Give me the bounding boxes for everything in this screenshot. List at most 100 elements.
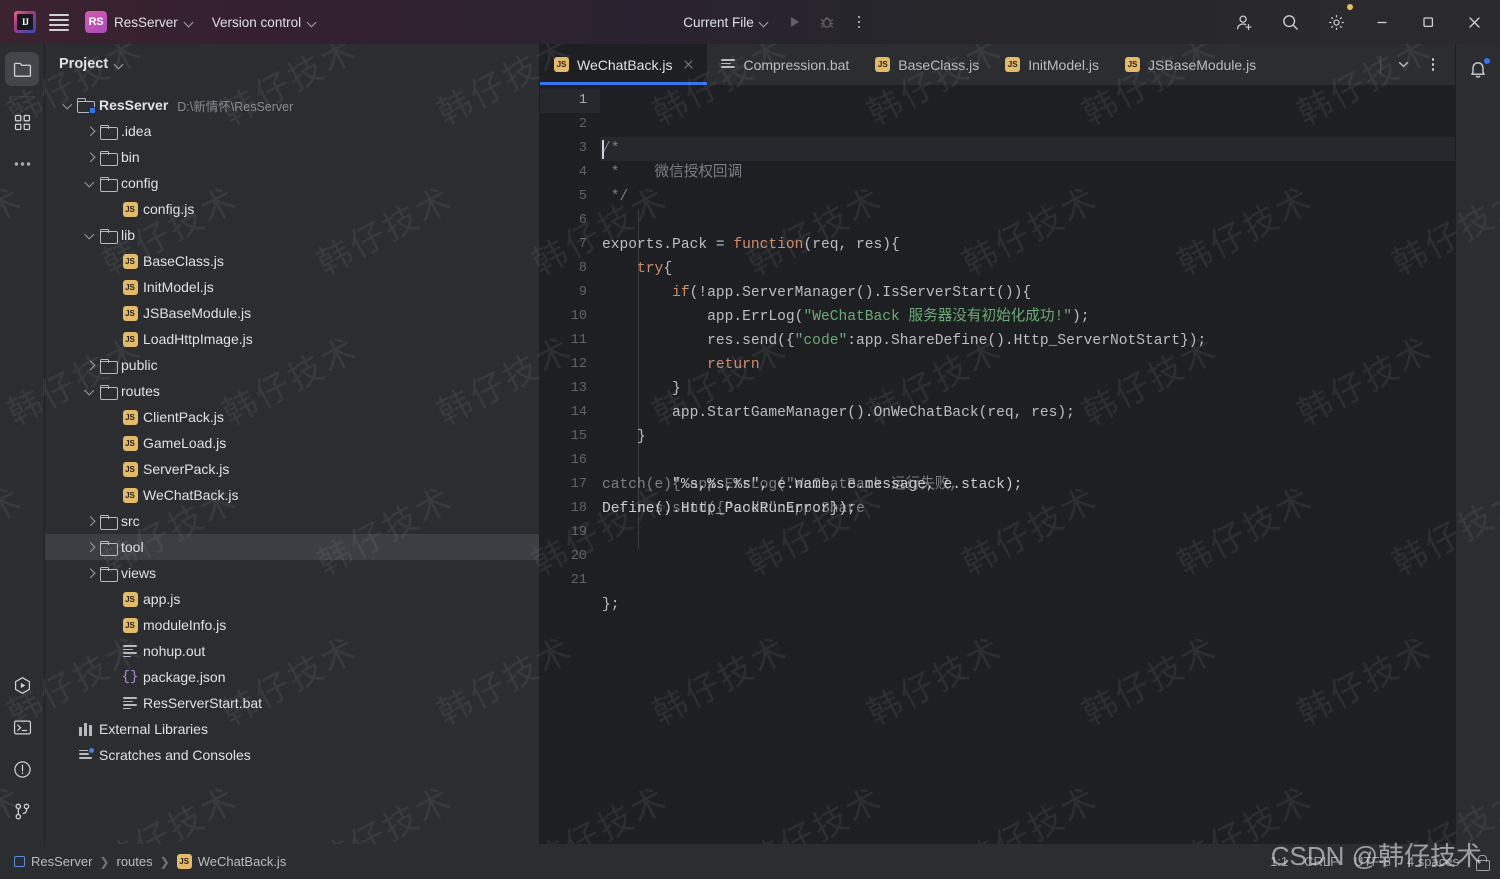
tree-item[interactable]: JS app.js: [45, 586, 539, 612]
tree-item[interactable]: JS InitModel.js: [45, 274, 539, 300]
code-line[interactable]: Define().Http_PackRunError}); res.send({…: [600, 497, 1455, 521]
sidebar-item-more[interactable]: [5, 147, 39, 181]
chevron-right-icon[interactable]: [81, 154, 97, 161]
tree-item[interactable]: views: [45, 560, 539, 586]
code-line[interactable]: };: [600, 593, 1455, 617]
sidebar-item-structure[interactable]: [5, 105, 39, 139]
tree-item[interactable]: JS moduleInfo.js: [45, 612, 539, 638]
tree-item-label: JSBaseModule.js: [143, 305, 252, 321]
chevron-down-icon[interactable]: [81, 388, 97, 395]
tree-item[interactable]: tool: [45, 534, 539, 560]
tree-item[interactable]: JS ServerPack.js: [45, 456, 539, 482]
tree-item[interactable]: Scratches and Consoles: [45, 742, 539, 768]
code-line[interactable]: }: [600, 377, 1455, 401]
tree-item[interactable]: JS LoadHttpImage.js: [45, 326, 539, 352]
chevron-right-icon[interactable]: [81, 544, 97, 551]
gear-icon[interactable]: [1314, 0, 1358, 44]
debug-icon[interactable]: [813, 8, 841, 36]
tree-item[interactable]: {} package.json: [45, 664, 539, 690]
code-line[interactable]: [600, 449, 1455, 473]
chevron-right-icon[interactable]: [81, 570, 97, 577]
chevron-down-icon[interactable]: [115, 60, 124, 69]
editor-tabs[interactable]: JS WeChatBack.js Compression.bat JS BaseClas…: [540, 44, 1366, 85]
bell-icon[interactable]: [1465, 56, 1491, 82]
tree-item[interactable]: public: [45, 352, 539, 378]
code-line[interactable]: app.ErrLog("WeChatBack 服务器没有初始化成功!");: [600, 305, 1455, 329]
tree-item[interactable]: JS JSBaseModule.js: [45, 300, 539, 326]
chevron-down-icon[interactable]: [59, 102, 75, 109]
code-line[interactable]: */: [600, 185, 1455, 209]
editor-tab[interactable]: Compression.bat: [707, 44, 861, 85]
sidebar-item-problems[interactable]: [5, 752, 39, 786]
breadcrumb-item[interactable]: JS WeChatBack.js: [176, 854, 286, 869]
chevron-down-icon[interactable]: [1389, 51, 1417, 79]
checkmark-ok-icon[interactable]: [1423, 89, 1441, 107]
code-line[interactable]: "%s,%s,%s", e.name, e.message, e.stack);…: [600, 473, 1455, 497]
tree-item-label: LoadHttpImage.js: [143, 331, 253, 347]
project-selector[interactable]: RS ResServer: [76, 7, 203, 37]
editor-tab[interactable]: JS InitModel.js: [991, 44, 1111, 85]
tree-item[interactable]: .idea: [45, 118, 539, 144]
tree-item[interactable]: src: [45, 508, 539, 534]
code-line[interactable]: /*: [600, 137, 1455, 161]
code-line[interactable]: [600, 617, 1455, 641]
sidebar-item-project[interactable]: [5, 52, 39, 86]
code-line[interactable]: [600, 545, 1455, 569]
tree-item[interactable]: JS WeChatBack.js: [45, 482, 539, 508]
sidebar-item-terminal[interactable]: [5, 710, 39, 744]
run-configuration-selector[interactable]: Current File: [675, 8, 777, 36]
tree-item[interactable]: ResServerStart.bat: [45, 690, 539, 716]
version-control-menu[interactable]: Version control: [203, 7, 326, 37]
tree-item[interactable]: nohup.out: [45, 638, 539, 664]
project-file-tree[interactable]: ResServer D:\新情怀\ResServer .idea bin config J…: [45, 84, 539, 844]
sidebar-item-git[interactable]: [5, 794, 39, 828]
add-user-icon[interactable]: [1222, 0, 1266, 44]
minimize-icon[interactable]: [1360, 0, 1404, 44]
code-line[interactable]: if(!app.ServerManager().IsServerStart())…: [600, 281, 1455, 305]
code-line[interactable]: * 微信授权回调: [600, 161, 1455, 185]
code-line[interactable]: [600, 521, 1455, 545]
code-line[interactable]: try{: [600, 257, 1455, 281]
chevron-down-icon[interactable]: [81, 180, 97, 187]
chevron-right-icon[interactable]: [81, 518, 97, 525]
code-line[interactable]: [600, 569, 1455, 593]
run-icon[interactable]: [781, 8, 809, 36]
hamburger-menu-icon[interactable]: [42, 5, 76, 39]
close-icon[interactable]: [1452, 0, 1496, 44]
code-editor[interactable]: /* * 微信授权回调 */ exports.Pack = function(re…: [600, 85, 1455, 844]
code-line[interactable]: [600, 209, 1455, 233]
editor-tab[interactable]: JS JSBaseModule.js: [1111, 44, 1268, 85]
tree-item[interactable]: ResServer D:\新情怀\ResServer: [45, 92, 539, 118]
tree-item[interactable]: JS BaseClass.js: [45, 248, 539, 274]
chevron-down-icon[interactable]: [81, 232, 97, 239]
sidebar-item-run[interactable]: [5, 668, 39, 702]
code-line[interactable]: res.send({"code":app.ShareDefine().Http_…: [600, 329, 1455, 353]
editor-tab[interactable]: JS BaseClass.js: [861, 44, 991, 85]
maximize-icon[interactable]: [1406, 0, 1450, 44]
tree-item[interactable]: bin: [45, 144, 539, 170]
code-line[interactable]: }: [600, 425, 1455, 449]
more-vertical-icon[interactable]: [845, 8, 873, 36]
close-tab-icon[interactable]: [682, 58, 695, 71]
tree-item[interactable]: lib: [45, 222, 539, 248]
chevron-right-icon[interactable]: [81, 128, 97, 135]
code-segment: );: [1071, 309, 1090, 325]
tree-item[interactable]: JS config.js: [45, 196, 539, 222]
tree-item[interactable]: External Libraries: [45, 716, 539, 742]
code-line[interactable]: return: [600, 353, 1455, 377]
breadcrumb-item[interactable]: routes: [116, 854, 152, 869]
code-line[interactable]: exports.Pack = function(req, res){: [600, 233, 1455, 257]
code-line[interactable]: app.StartGameManager().OnWeChatBack(req,…: [600, 401, 1455, 425]
tree-item[interactable]: config: [45, 170, 539, 196]
tree-item[interactable]: JS GameLoad.js: [45, 430, 539, 456]
more-vertical-icon[interactable]: [1419, 51, 1447, 79]
code-segment: (req, res){: [803, 237, 900, 253]
chevron-down-icon: [760, 18, 769, 27]
breadcrumb-item[interactable]: ResServer: [14, 854, 92, 869]
tree-item[interactable]: routes: [45, 378, 539, 404]
chevron-right-icon[interactable]: [81, 362, 97, 369]
tree-item[interactable]: JS ClientPack.js: [45, 404, 539, 430]
breadcrumb[interactable]: ResServer ❯ routes ❯ JS WeChatBack.js: [14, 854, 286, 869]
editor-tab[interactable]: JS WeChatBack.js: [540, 44, 708, 85]
search-icon[interactable]: [1268, 0, 1312, 44]
